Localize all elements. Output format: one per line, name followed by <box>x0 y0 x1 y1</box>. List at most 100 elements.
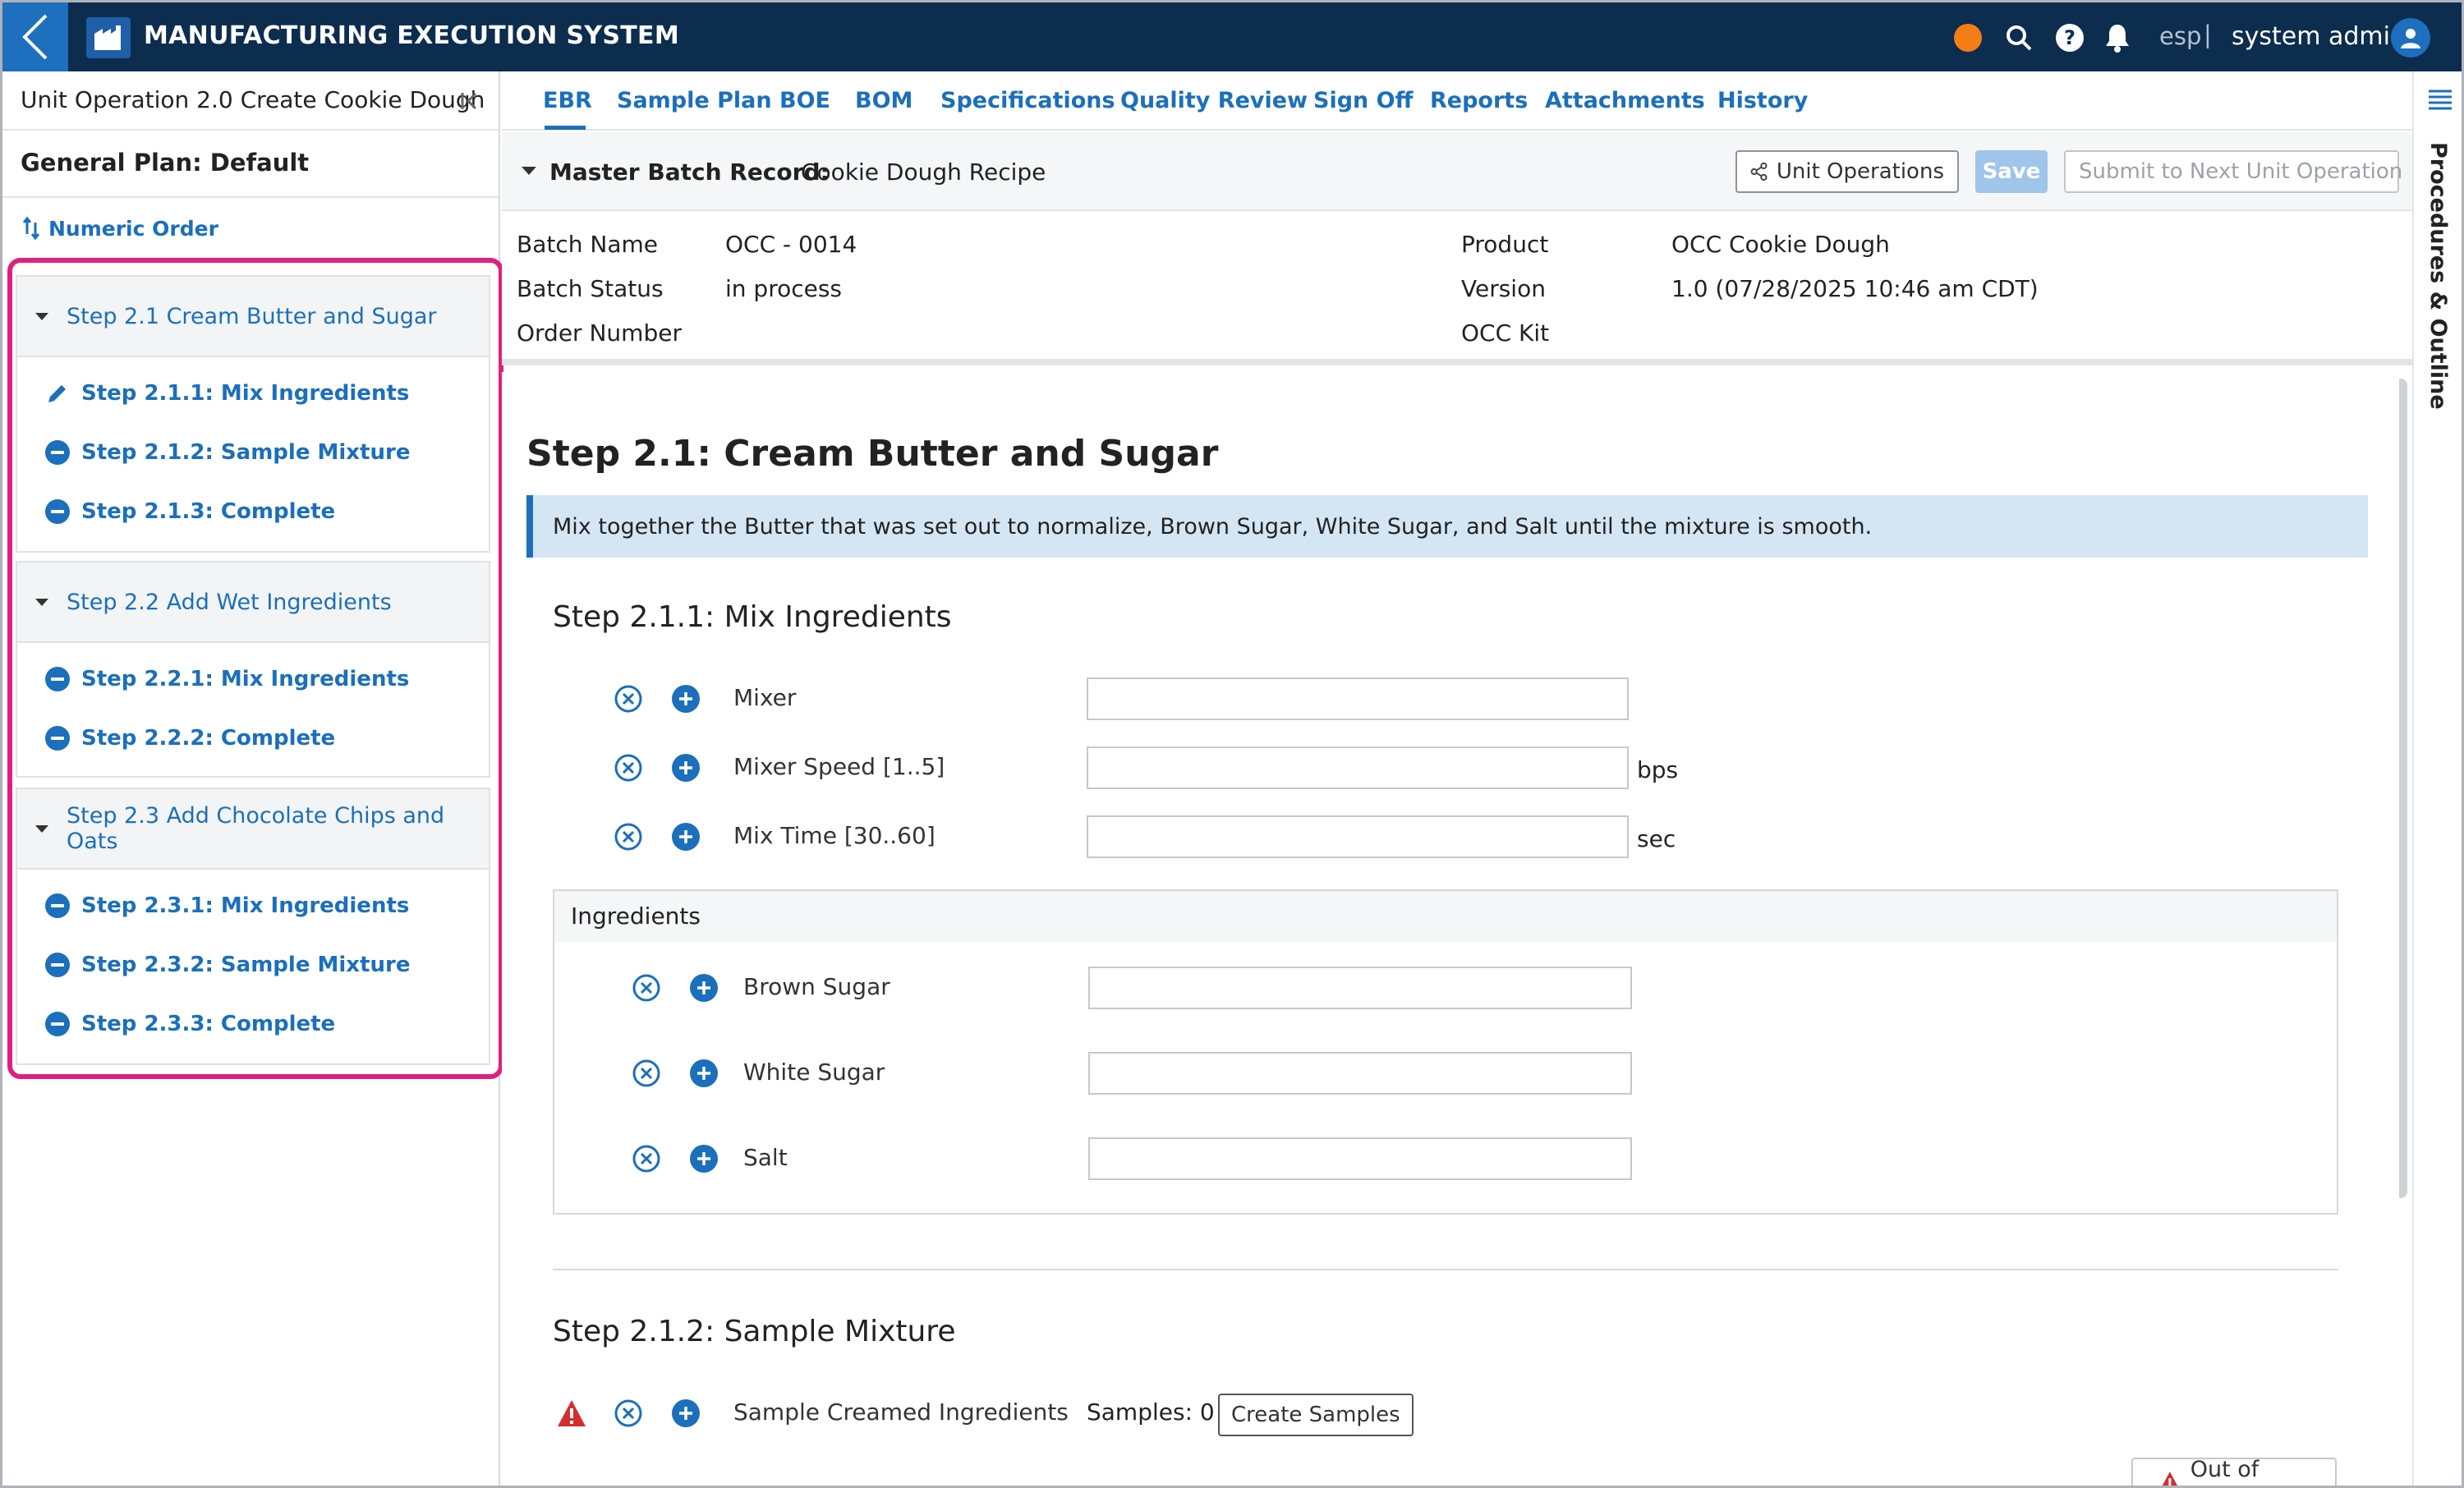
add-circle-icon[interactable] <box>671 822 701 852</box>
warning-icon <box>2162 1472 2177 1486</box>
app-title: MANUFACTURING EXECUTION SYSTEM <box>144 21 680 50</box>
tab-boe[interactable]: BOE <box>779 88 830 113</box>
batch-status-label: Batch Status <box>517 275 664 302</box>
mixer-input[interactable] <box>1087 677 1629 720</box>
tab-sample-plan[interactable]: Sample Plan <box>617 88 772 113</box>
out-of-range-button[interactable]: Out of Range <box>2131 1457 2337 1486</box>
ingredient-row-white-sugar: White Sugar <box>554 1052 2328 1095</box>
language-selector[interactable]: esp <box>2159 22 2201 50</box>
numeric-order-link[interactable]: Numeric Order <box>22 216 218 241</box>
collapse-sidebar-icon[interactable] <box>457 88 484 114</box>
ingredients-panel: Ingredients Brown Sugar White Sugar Salt <box>553 889 2338 1215</box>
unit-operation-title: Unit Operation 2.0 Create Cookie Dough <box>21 86 485 113</box>
tab-ebr[interactable]: EBR <box>543 88 592 113</box>
active-tab-indicator <box>545 126 586 130</box>
batch-name-value: OCC - 0014 <box>725 231 857 258</box>
ingredient-label: Brown Sugar <box>743 973 890 1000</box>
field-label: Mix Time [30..60] <box>733 822 935 849</box>
substep-title: Step 2.1.2: Sample Mixture <box>553 1315 956 1348</box>
clear-circle-icon[interactable] <box>632 1059 661 1088</box>
tab-bom[interactable]: BOM <box>855 88 913 113</box>
ingredients-header: Ingredients <box>554 891 2337 942</box>
version-label: Version <box>1461 275 1546 302</box>
unit-operations-label: Unit Operations <box>1776 159 1944 184</box>
share-icon <box>1750 162 1768 181</box>
ingredient-row-brown-sugar: Brown Sugar <box>554 967 2328 1009</box>
batch-info: Batch Name OCC - 0014 Batch Status in pr… <box>502 213 2412 365</box>
tab-attachments[interactable]: Attachments <box>1545 88 1705 113</box>
create-samples-button[interactable]: Create Samples <box>1218 1394 1414 1436</box>
mixer-speed-input[interactable] <box>1087 746 1629 789</box>
clear-circle-icon[interactable] <box>632 973 661 1003</box>
mbr-label: Master Batch Record: <box>549 158 830 186</box>
numeric-order-label: Numeric Order <box>48 216 218 241</box>
clear-circle-icon[interactable] <box>614 753 643 783</box>
procedures-outline-tab[interactable]: Procedures & Outline <box>2425 142 2451 410</box>
section-divider <box>553 1269 2338 1270</box>
unit-label: sec <box>1637 825 1676 852</box>
add-circle-icon[interactable] <box>689 1059 719 1088</box>
tab-bar: EBR Sample Plan BOE BOM Specifications Q… <box>502 71 2412 131</box>
help-icon[interactable]: ? <box>2054 22 2085 53</box>
status-indicator[interactable] <box>1954 24 1982 52</box>
field-row-mixer-speed: Mixer Speed [1..5] bps <box>502 746 2391 789</box>
sample-row: Sample Creamed Ingredients Samples: 0 <box>502 1392 2391 1435</box>
menu-lines-icon[interactable] <box>2427 88 2453 111</box>
field-label: Mixer Speed [1..5] <box>733 753 945 780</box>
field-row-mixer: Mixer <box>502 677 2391 720</box>
add-circle-icon[interactable] <box>671 753 701 783</box>
unit-label: bps <box>1637 756 1679 783</box>
batch-name-label: Batch Name <box>517 231 658 258</box>
language-separator: | <box>2204 21 2212 48</box>
chevron-left-icon <box>22 14 48 60</box>
product-label: Product <box>1461 231 1549 258</box>
substep-title: Step 2.1.1: Mix Ingredients <box>553 600 952 634</box>
add-circle-icon[interactable] <box>671 1398 701 1428</box>
white-sugar-input[interactable] <box>1088 1052 1632 1095</box>
tab-reports[interactable]: Reports <box>1430 88 1528 113</box>
save-button[interactable]: Save <box>1975 150 2048 193</box>
brown-sugar-input[interactable] <box>1088 967 1632 1009</box>
order-number-label: Order Number <box>517 319 682 347</box>
tab-history[interactable]: History <box>1717 88 1808 113</box>
app-window: MANUFACTURING EXECUTION SYSTEM ? esp | s… <box>0 0 2464 1488</box>
submit-next-unit-button[interactable]: Submit to Next Unit Operation <box>2064 150 2402 193</box>
sort-icon <box>22 216 40 241</box>
step-instruction: Mix together the Butter that was set out… <box>526 495 2368 558</box>
add-circle-icon[interactable] <box>689 1144 719 1173</box>
mbr-value: Cookie Dough Recipe <box>801 158 1046 186</box>
user-name[interactable]: system admin <box>2232 22 2406 51</box>
ingredient-label: Salt <box>743 1144 788 1171</box>
add-circle-icon[interactable] <box>671 684 701 714</box>
plan-bar: General Plan: Default <box>2 131 499 198</box>
salt-input[interactable] <box>1088 1137 1632 1180</box>
clear-circle-icon[interactable] <box>614 1398 643 1428</box>
clear-circle-icon[interactable] <box>632 1144 661 1173</box>
tab-sign-off[interactable]: Sign Off <box>1313 88 1413 113</box>
bell-icon[interactable] <box>2102 22 2133 53</box>
product-value: OCC Cookie Dough <box>1671 231 1890 258</box>
mix-time-input[interactable] <box>1087 815 1629 858</box>
svg-text:?: ? <box>2064 26 2076 49</box>
unit-operations-button[interactable]: Unit Operations <box>1735 150 1959 193</box>
plan-title: General Plan: Default <box>21 149 310 177</box>
back-button[interactable] <box>2 2 68 71</box>
tab-specifications[interactable]: Specifications <box>940 88 1115 113</box>
ingredients-title: Ingredients <box>571 902 701 930</box>
out-of-range-label: Out of Range <box>2190 1457 2261 1486</box>
sidebar-header: Unit Operation 2.0 Create Cookie Dough <box>2 71 499 131</box>
add-circle-icon[interactable] <box>689 973 719 1003</box>
caret-down-icon[interactable] <box>522 167 536 175</box>
factory-logo-icon <box>86 17 131 58</box>
tab-quality-review[interactable]: Quality Review <box>1120 88 1308 113</box>
clear-circle-icon[interactable] <box>614 822 643 852</box>
batch-status-value: in process <box>725 275 843 302</box>
version-value: 1.0 (07/28/2025 10:46 am CDT) <box>1671 275 2039 302</box>
clear-circle-icon[interactable] <box>614 684 643 714</box>
user-avatar-icon[interactable] <box>2391 18 2430 57</box>
ingredient-label: White Sugar <box>743 1059 885 1086</box>
search-icon[interactable] <box>2003 22 2034 53</box>
top-bar: MANUFACTURING EXECUTION SYSTEM ? esp | s… <box>2 2 2462 71</box>
master-batch-record-bar: Master Batch Record: Cookie Dough Recipe… <box>502 132 2412 211</box>
field-row-mix-time: Mix Time [30..60] sec <box>502 815 2391 858</box>
